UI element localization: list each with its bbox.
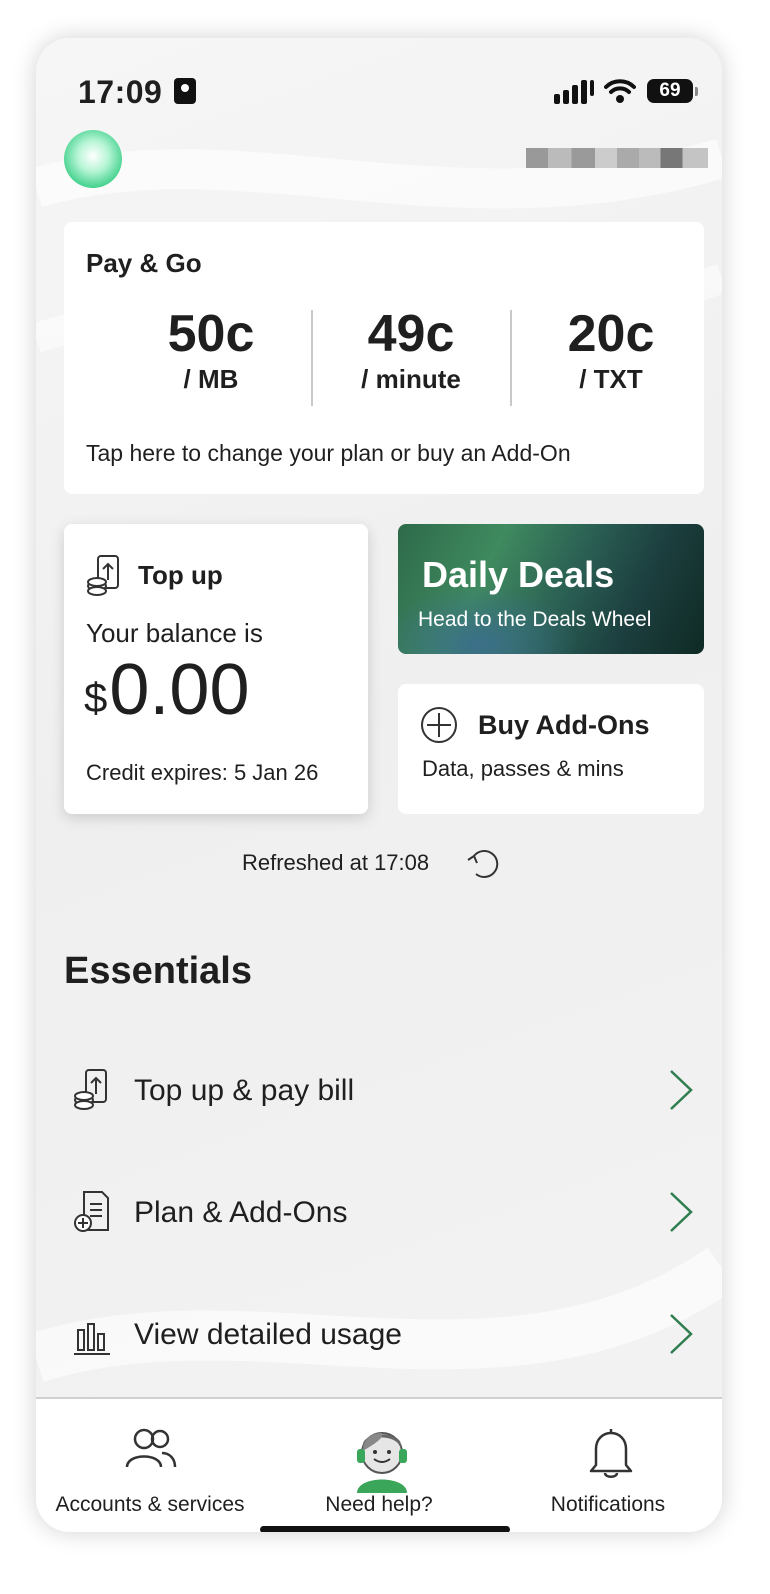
- tab-accounts[interactable]: Accounts & services: [36, 1399, 264, 1532]
- balance-amount: 0.00: [109, 650, 250, 730]
- bell-icon: [589, 1429, 633, 1478]
- plan-card[interactable]: Pay & Go 50c / MB 49c / minute 20c / TXT…: [64, 222, 704, 494]
- essential-item-plan[interactable]: Plan & Add-Ons: [64, 1172, 694, 1252]
- rate-minute-value: 49c: [367, 305, 455, 363]
- profile-avatar[interactable]: [64, 130, 122, 188]
- plus-circle-icon: [421, 707, 457, 743]
- tab-label: Accounts & services: [55, 1493, 245, 1516]
- essential-item-label: Plan & Add-Ons: [134, 1196, 348, 1229]
- credit-expiry: Credit expires: 5 Jan 26: [86, 760, 319, 785]
- balance-label: Your balance is: [86, 618, 263, 648]
- plan-document-icon: [74, 1191, 109, 1232]
- rate-data-unit: / MB: [183, 364, 239, 394]
- plan-title: Pay & Go: [86, 248, 202, 278]
- essential-item-topup[interactable]: Top up & pay bill: [64, 1050, 694, 1130]
- rate-data: 50c / MB: [112, 306, 310, 395]
- rate-txt: 20c / TXT: [512, 306, 710, 395]
- tab-need-help[interactable]: Need help?: [265, 1399, 493, 1532]
- tab-label: Need help?: [325, 1493, 433, 1516]
- refresh-icon[interactable]: [464, 844, 502, 882]
- home-indicator: [260, 1526, 510, 1532]
- support-agent-icon: [357, 1432, 407, 1493]
- status-bar: 17:09 69: [36, 38, 722, 148]
- chevron-right-icon: [670, 1192, 693, 1232]
- refreshed-text: Refreshed at 17:08: [242, 850, 430, 875]
- battery-indicator: 69: [647, 79, 698, 103]
- buy-addons-card[interactable]: Buy Add-Ons Data, passes & mins: [398, 684, 704, 814]
- rate-txt-value: 20c: [567, 305, 655, 363]
- rate-minute: 49c / minute: [312, 306, 510, 395]
- essentials-heading: Essentials: [64, 950, 252, 992]
- buy-addons-subtitle: Data, passes & mins: [422, 756, 624, 781]
- contact-card-icon: [174, 78, 196, 104]
- bottom-tab-bar: Accounts & services Need help? Notificat…: [36, 1397, 722, 1532]
- topup-title: Top up: [138, 560, 223, 590]
- bar-chart-icon: [74, 1323, 110, 1355]
- essential-item-usage[interactable]: View detailed usage: [64, 1294, 694, 1374]
- rate-txt-unit: / TXT: [579, 364, 643, 394]
- tab-label: Notifications: [550, 1493, 666, 1516]
- chevron-right-icon: [670, 1070, 693, 1110]
- essential-item-label: Top up & pay bill: [134, 1074, 355, 1107]
- topup-card[interactable]: Top up Your balance is $0.00 Credit expi…: [64, 524, 368, 814]
- buy-addons-title: Buy Add-Ons: [478, 710, 650, 740]
- topup-icon: [87, 555, 119, 596]
- essential-item-label: View detailed usage: [134, 1318, 402, 1351]
- chevron-right-icon: [670, 1314, 693, 1354]
- topup-icon: [74, 1069, 107, 1110]
- balance-currency: $: [84, 674, 108, 721]
- daily-deals-card[interactable]: Daily Deals Head to the Deals Wheel: [398, 524, 704, 654]
- cellular-signal-icon: [554, 80, 594, 104]
- daily-deals-subtitle: Head to the Deals Wheel: [418, 608, 652, 631]
- phone-screen: 17:09 69 Pay & Go 50c / MB 49c / minute: [36, 38, 722, 1532]
- wifi-icon: [604, 79, 636, 103]
- plan-cta-text: Tap here to change your plan or buy an A…: [86, 440, 571, 466]
- rate-minute-unit: / minute: [361, 364, 461, 394]
- daily-deals-title: Daily Deals: [422, 554, 615, 595]
- rate-data-value: 50c: [167, 305, 255, 363]
- balance-value: $0.00: [84, 652, 250, 728]
- status-time: 17:09: [78, 74, 163, 110]
- tab-notifications[interactable]: Notifications: [494, 1399, 722, 1532]
- people-icon: [125, 1428, 177, 1468]
- blurred-account-number: [526, 148, 708, 168]
